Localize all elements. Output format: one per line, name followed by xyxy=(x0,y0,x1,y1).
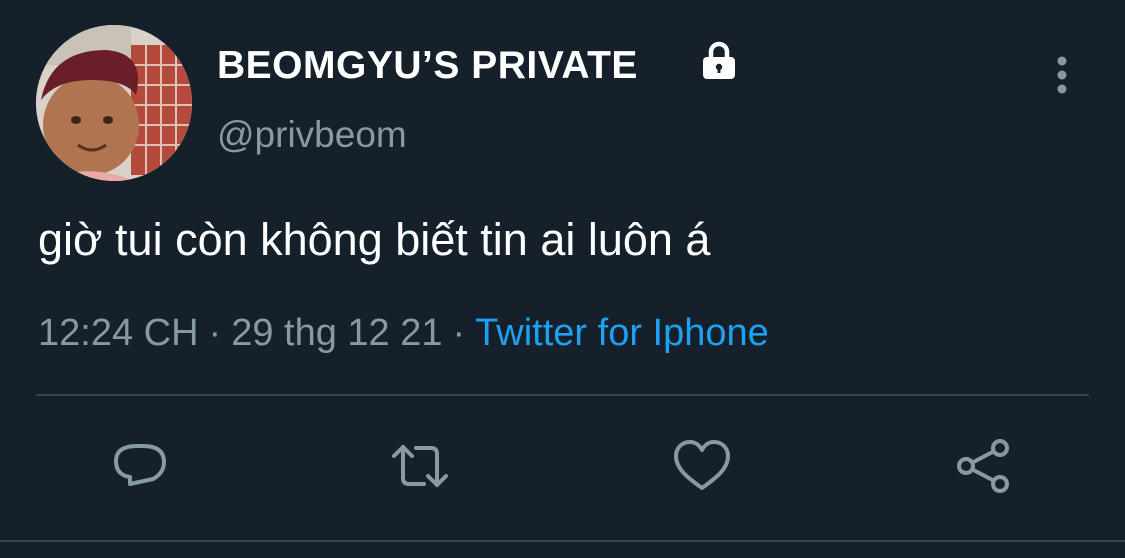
heart-icon xyxy=(674,440,730,490)
display-name[interactable]: BEOMGYU’S PRIVATE xyxy=(217,43,638,89)
reply-icon xyxy=(114,444,166,486)
avatar[interactable] xyxy=(36,25,192,181)
tweet-card: BEOMGYU’S PRIVATE @privbeom giờ tui còn … xyxy=(0,0,1125,558)
reply-button[interactable] xyxy=(110,436,170,496)
tweet-time[interactable]: 12:24 CH xyxy=(38,312,199,354)
user-handle[interactable]: @privbeom xyxy=(217,113,407,157)
divider xyxy=(36,394,1089,396)
retweet-icon xyxy=(392,445,448,487)
avatar-image xyxy=(36,25,192,181)
tweet-text: giờ tui còn không biết tin ai luôn á xyxy=(38,214,711,265)
tweet-source-link[interactable]: Twitter for Iphone xyxy=(475,312,769,354)
tweet-date[interactable]: 29 thg 12 21 xyxy=(231,312,442,354)
tweet-metadata: 12:24 CH · 29 thg 12 21 · Twitter for Iphone xyxy=(38,309,769,357)
like-button[interactable] xyxy=(672,436,732,496)
share-icon xyxy=(957,439,1009,493)
retweet-button[interactable] xyxy=(390,436,450,496)
meta-separator: · xyxy=(208,312,222,354)
share-button[interactable] xyxy=(953,436,1013,496)
meta-separator: · xyxy=(452,312,466,354)
divider xyxy=(0,540,1125,542)
more-options-icon[interactable] xyxy=(1052,54,1072,98)
lock-icon xyxy=(703,41,735,79)
